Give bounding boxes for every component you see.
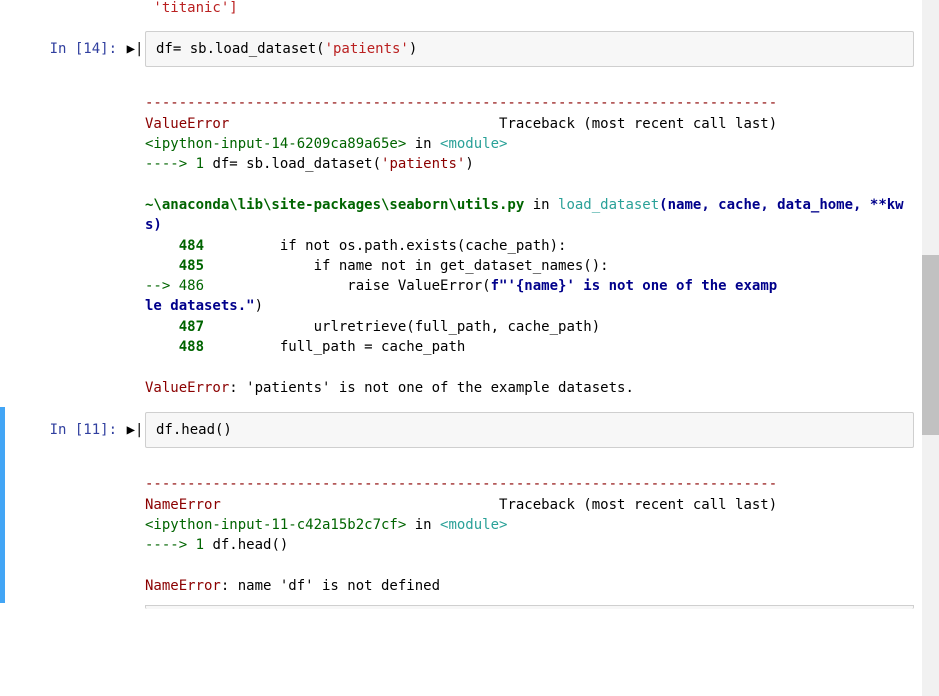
run-cell-icon[interactable]: ▶|	[125, 412, 145, 598]
cell-output-traceback: ----------------------------------------…	[145, 67, 914, 400]
scrollbar-track[interactable]	[922, 0, 939, 696]
prev-output-fragment: 'titanic']	[0, 0, 939, 24]
run-cell-icon[interactable]: ▶|	[125, 31, 145, 400]
notebook-container: 'titanic'] In [14]: ▶| df= sb.load_datas…	[0, 0, 939, 609]
scrollbar-thumb[interactable]	[922, 255, 939, 435]
code-cell-11[interactable]: In [11]: ▶| df.head() ------------------…	[0, 407, 939, 603]
next-cell-fragment	[145, 605, 914, 609]
input-prompt: In [14]:	[5, 31, 125, 400]
code-input[interactable]: df= sb.load_dataset('patients')	[145, 31, 914, 67]
code-input[interactable]: df.head()	[145, 412, 914, 448]
input-prompt: In [11]:	[5, 412, 125, 598]
code-cell-14[interactable]: In [14]: ▶| df= sb.load_dataset('patient…	[0, 26, 939, 405]
cell-output-traceback: ----------------------------------------…	[145, 448, 914, 598]
